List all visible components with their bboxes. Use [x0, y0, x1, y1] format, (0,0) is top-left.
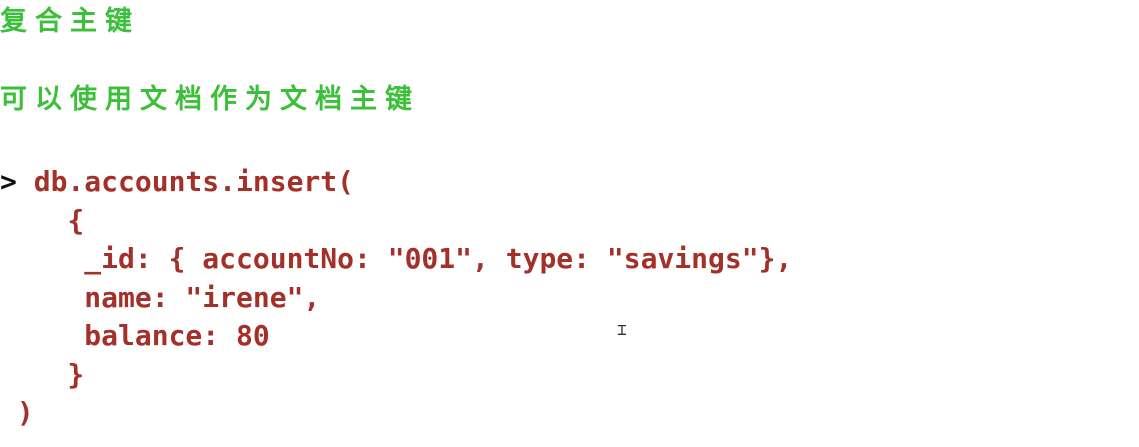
code-line: ) — [0, 396, 34, 429]
code-line: balance: 80 — [0, 319, 270, 352]
slide-title: 复合主键 — [0, 6, 140, 37]
code-line: name: "irene", — [0, 280, 321, 314]
slide-subtitle: 可以使用文档作为文档主键 — [0, 84, 420, 115]
code-line: _id: { accountNo: "001", type: "savings"… — [0, 242, 793, 275]
shell-prompt: > — [0, 165, 17, 198]
code-line: { — [0, 203, 85, 237]
code-line: } — [0, 357, 85, 391]
code-line: > db.accounts.insert( — [0, 163, 792, 202]
code-line-text: db.accounts.insert( — [16, 165, 355, 198]
text-cursor-icon: ⌶ — [617, 320, 627, 339]
code-block: > db.accounts.insert( { _id: { accountNo… — [0, 163, 792, 433]
slide: 复合主键 可以使用文档作为文档主键 > db.accounts.insert( … — [0, 0, 1139, 447]
